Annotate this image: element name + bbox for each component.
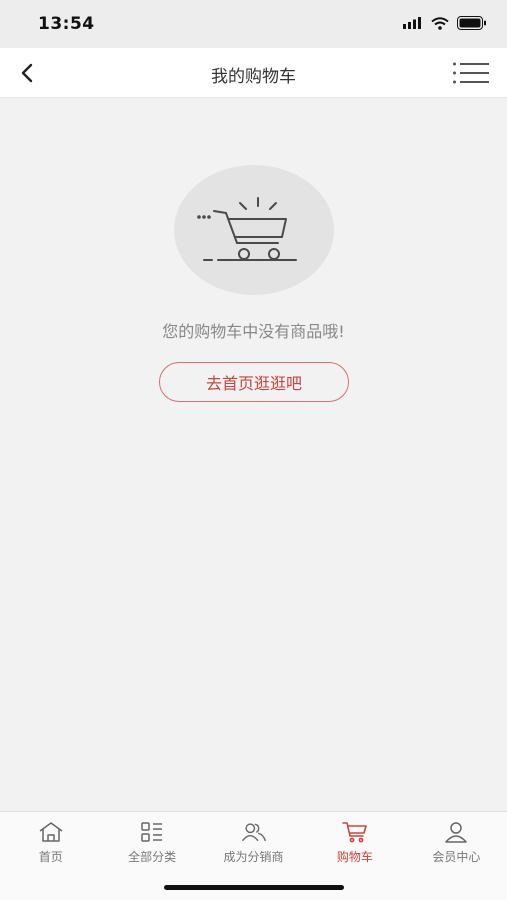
- tab-label: 首页: [38, 850, 63, 864]
- header-bar: 我的购物车: [0, 48, 507, 98]
- home-indicator[interactable]: [164, 885, 344, 890]
- home-icon: [38, 820, 64, 844]
- tab-label: 会员中心: [432, 850, 481, 864]
- battery-icon: [457, 16, 486, 30]
- tab-member-center[interactable]: 会员中心: [406, 812, 507, 870]
- users-icon: [241, 820, 267, 844]
- tab-cart[interactable]: 购物车: [304, 812, 405, 870]
- user-icon: [443, 820, 469, 844]
- tab-distributor[interactable]: 成为分销商: [203, 812, 304, 870]
- tab-label: 购物车: [336, 850, 373, 864]
- tab-categories[interactable]: 全部分类: [101, 812, 202, 870]
- empty-cart-message: 您的购物车中没有商品哦!: [162, 322, 345, 341]
- menu-button[interactable]: [449, 58, 493, 88]
- cellular-signal-icon: [403, 17, 421, 29]
- go-home-button[interactable]: 去首页逛逛吧: [159, 362, 349, 402]
- category-icon: [139, 820, 165, 844]
- list-menu-icon: [453, 62, 489, 84]
- cart-icon: [342, 820, 368, 844]
- tab-label: 成为分销商: [223, 850, 284, 864]
- shopping-cart-icon: [197, 197, 297, 261]
- page-title: 我的购物车: [211, 67, 296, 87]
- tab-label: 全部分类: [128, 850, 177, 864]
- wifi-icon: [431, 16, 449, 30]
- status-icons: [403, 16, 487, 30]
- status-bar: 13:54: [0, 0, 507, 48]
- status-time: 13:54: [38, 14, 95, 34]
- tab-home[interactable]: 首页: [0, 812, 101, 870]
- empty-cart-illustration: [174, 165, 334, 295]
